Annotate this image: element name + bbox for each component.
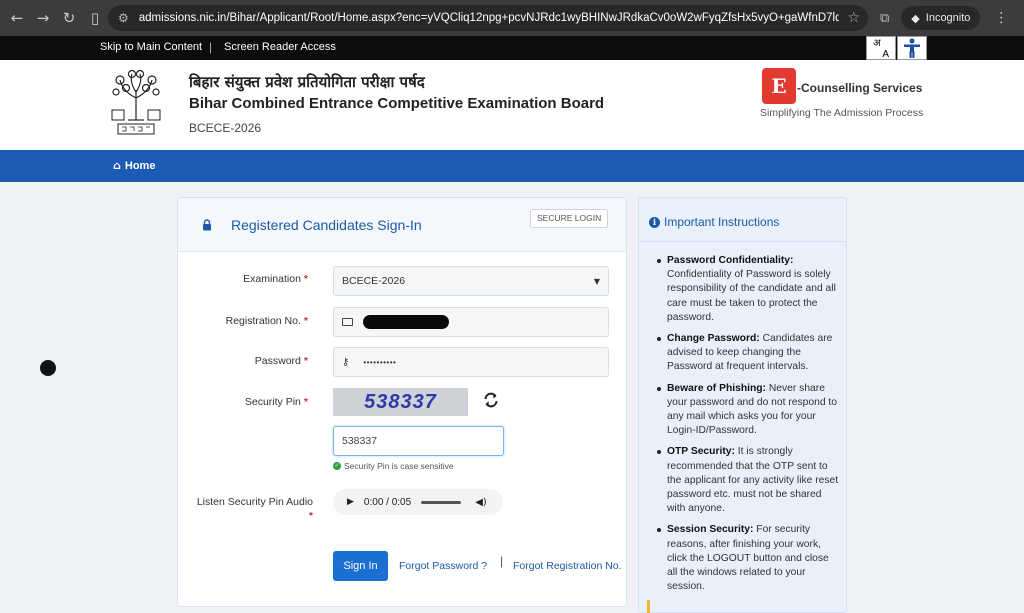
required-mark: * — [303, 396, 308, 408]
accessibility-icon[interactable] — [897, 36, 927, 60]
audio-time: 0:00 / 0:05 — [363, 496, 412, 508]
info-icon: i — [649, 216, 660, 228]
sign-in-card: Registered Candidates Sign-In SECURE LOG… — [177, 197, 627, 607]
check-circle-icon: ✓ — [333, 462, 341, 470]
security-pin-label: Security Pin * — [168, 396, 308, 408]
play-icon[interactable]: ▶ — [347, 497, 354, 507]
required-mark: * — [303, 273, 308, 285]
menu-icon[interactable]: ⋮ — [994, 10, 1008, 26]
home-icon: ⌂ — [113, 159, 121, 172]
forgot-password-link[interactable]: Forgot Password ? — [399, 560, 487, 572]
pin-case-hint: ✓ Security Pin is case sensitive — [333, 461, 454, 471]
instructions-panel: i Important Instructions Password Confid… — [638, 197, 847, 613]
back-icon[interactable]: ← — [4, 9, 30, 27]
instructions-title-row: i Important Instructions — [649, 215, 779, 229]
examination-label: Examination * — [168, 273, 308, 285]
registration-label: Registration No. * — [168, 315, 308, 327]
sign-in-title: Registered Candidates Sign-In — [231, 217, 422, 233]
lang-english-glyph: A — [882, 49, 889, 60]
forgot-registration-link[interactable]: Forgot Registration No. — [513, 560, 622, 572]
instruction-item: Session Security: For security reasons, … — [657, 523, 839, 594]
required-mark: * — [303, 315, 308, 327]
instruction-item: Password Confidentiality: Confidentialit… — [657, 254, 839, 325]
sign-in-button[interactable]: Sign In — [333, 551, 388, 581]
bihar-emblem-icon — [108, 68, 164, 140]
nav-home-label: Home — [124, 159, 156, 172]
audio-progress-bar[interactable] — [421, 500, 462, 504]
instruction-heading: Password Confidentiality: — [667, 255, 794, 266]
site-header: बिहार संयुक्त प्रवेश प्रतियोगिता परीक्षा… — [0, 60, 1024, 150]
lang-hindi-glyph: अ — [873, 38, 881, 49]
volume-icon[interactable]: ◀) — [475, 497, 487, 508]
examination-label-text: Examination — [243, 273, 301, 285]
language-toggle[interactable]: अ A — [866, 36, 896, 60]
instruction-item: Change Password: Candidates are advised … — [657, 332, 839, 375]
instructions-list: Password Confidentiality: Confidentialit… — [657, 254, 839, 601]
address-bar[interactable]: ⚙ admissions.nic.in/Bihar/Applicant/Root… — [108, 5, 868, 31]
security-pin-input[interactable]: 538337 — [333, 426, 504, 456]
id-card-icon — [342, 318, 353, 326]
examination-value: BCECE-2026 — [342, 275, 406, 287]
next-panel-accent — [647, 600, 650, 613]
bookmark-star-icon[interactable]: ☆ — [847, 10, 860, 26]
skip-to-main-link[interactable]: Skip to Main Content — [100, 41, 202, 53]
required-mark: * — [308, 510, 313, 522]
instructions-title: Important Instructions — [664, 215, 780, 229]
pin-hint-text: Security Pin is case sensitive — [344, 461, 454, 471]
redacted-registration — [363, 315, 449, 329]
required-mark: * — [303, 355, 308, 367]
split-view-icon[interactable]: ▯ — [82, 9, 108, 27]
board-title-english: Bihar Combined Entrance Competitive Exam… — [189, 95, 605, 112]
instruction-item: OTP Security: It is strongly recommended… — [657, 445, 839, 516]
refresh-captcha-icon[interactable] — [482, 391, 500, 409]
board-title-hindi: बिहार संयुक्त प्रवेश प्रतियोगिता परीक्षा… — [189, 73, 425, 91]
registration-input[interactable] — [333, 307, 609, 337]
examination-select[interactable]: BCECE-2026 ▼ — [333, 266, 609, 296]
screen-reader-link[interactable]: Screen Reader Access — [224, 41, 336, 53]
instruction-heading: Session Security: — [667, 524, 754, 536]
lock-icon — [202, 218, 212, 231]
site-info-icon[interactable]: ⚙ — [118, 11, 129, 25]
incognito-label: Incognito — [925, 12, 971, 24]
registration-label-text: Registration No. — [225, 315, 301, 327]
cast-icon[interactable]: ⧉ — [880, 11, 889, 26]
instruction-item: Beware of Phishing: Never share your pas… — [657, 382, 839, 439]
audio-required: * — [168, 510, 313, 522]
ecounselling-logo-icon: E — [762, 68, 796, 104]
forward-icon[interactable]: → — [30, 9, 56, 27]
exam-year: BCECE-2026 — [189, 121, 262, 135]
password-input[interactable]: ⚷ •••••••••• — [333, 347, 609, 377]
incognito-icon: ◆ — [911, 11, 920, 25]
instruction-heading: Beware of Phishing: — [667, 382, 766, 394]
instruction-heading: Change Password: — [667, 333, 760, 345]
incognito-badge[interactable]: ◆ Incognito — [901, 6, 981, 30]
instruction-text: Confidentiality of Password is solely re… — [667, 269, 836, 323]
sign-in-card-header: Registered Candidates Sign-In SECURE LOG… — [178, 198, 626, 252]
captcha-image: 538337 — [333, 388, 468, 416]
chevron-down-icon: ▼ — [593, 276, 600, 286]
audio-label-text: Listen Security Pin Audio — [196, 496, 313, 508]
main-navbar: ⌂ Home — [0, 150, 1024, 182]
secure-login-badge: SECURE LOGIN — [530, 209, 609, 228]
nav-home[interactable]: ⌂ Home — [113, 159, 155, 172]
reload-icon[interactable]: ↻ — [56, 9, 82, 27]
captcha-audio-player[interactable]: ▶ 0:00 / 0:05 ◀) — [333, 489, 503, 515]
separator: | — [209, 40, 213, 54]
password-label-text: Password — [254, 355, 301, 367]
audio-label: Listen Security Pin Audio — [168, 496, 313, 508]
instruction-heading: OTP Security: — [667, 446, 735, 458]
instructions-header: i Important Instructions — [639, 198, 846, 242]
link-separator: | — [500, 554, 504, 568]
password-label: Password * — [168, 355, 308, 367]
browser-actions: ⧉ ◆ Incognito ⋮ — [880, 6, 1008, 30]
security-pin-label-text: Security Pin — [244, 396, 301, 408]
key-icon: ⚷ — [342, 356, 350, 368]
url-text[interactable]: admissions.nic.in/Bihar/Applicant/Root/H… — [139, 12, 839, 24]
ecounselling-title: -Counselling Services — [797, 81, 923, 95]
cursor-dot — [40, 360, 56, 376]
password-value: •••••••••• — [363, 357, 397, 367]
ecounselling-subtitle: Simplifying The Admission Process — [760, 107, 924, 119]
